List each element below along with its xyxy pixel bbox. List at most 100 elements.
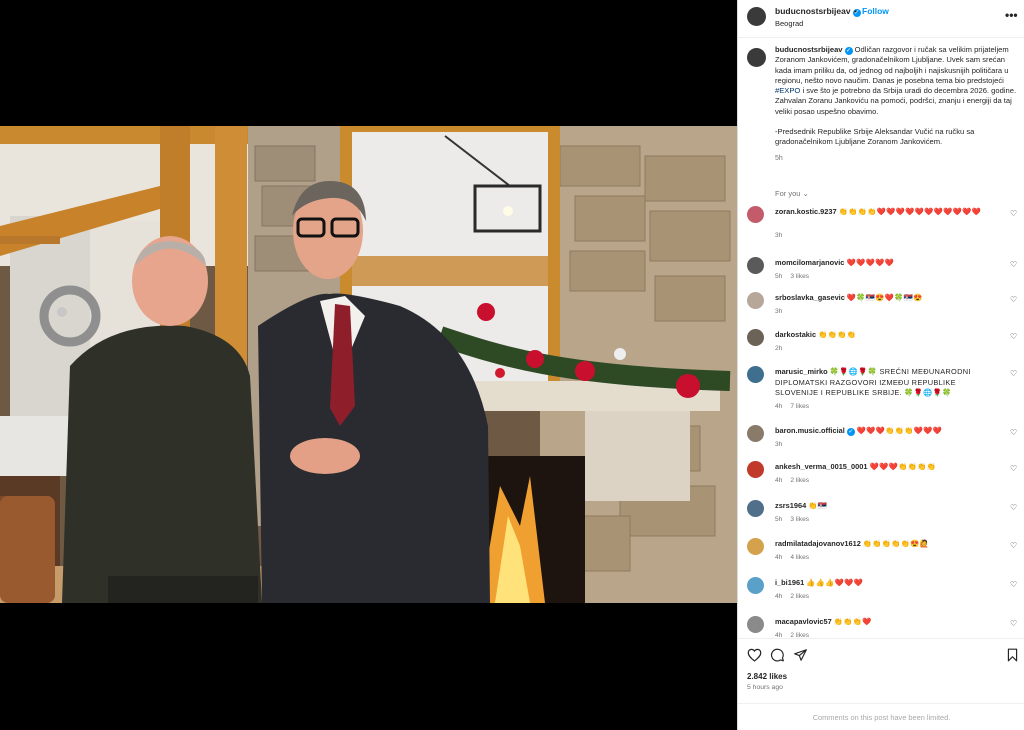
commenter-avatar[interactable] — [747, 425, 764, 442]
commenter-username[interactable]: zsrs1964 — [775, 501, 806, 510]
caption-signature: -Predsednik Republike Srbije Aleksandar … — [775, 127, 975, 147]
comment-likes[interactable]: 2 likes — [790, 477, 809, 484]
comment-time: 4h — [775, 553, 783, 561]
bookmark-icon[interactable] — [1006, 648, 1019, 667]
comment-text-block: baron.music.official ✓ ❤️❤️❤️👏👏👏❤️❤️❤️ — [775, 426, 1001, 437]
comment-time: 2h — [775, 344, 783, 352]
comment-likes[interactable]: 7 likes — [790, 403, 809, 410]
comment-text: 👏👏👏👏 — [818, 330, 857, 339]
author-username[interactable]: buducnostsrbijeav ✓ — [775, 6, 861, 17]
commenter-username[interactable]: momcilomarjanovic — [775, 258, 844, 267]
comment-item: macapavlovic57 👏👏👏❤️ 4h 2 likes ♡ — [747, 616, 1022, 638]
commenter-username[interactable]: ankesh_verma_0015_0001 — [775, 462, 867, 471]
comment-text-block: zoran.kostic.9237 👏👏👏👏❤️❤️❤️❤️❤️❤️❤️❤️❤️… — [775, 207, 1001, 218]
heart-icon[interactable] — [747, 648, 762, 667]
comment-like-heart-icon[interactable]: ♡ — [1010, 464, 1017, 473]
comment-item: zoran.kostic.9237 👏👏👏👏❤️❤️❤️❤️❤️❤️❤️❤️❤️… — [747, 206, 1022, 242]
share-icon[interactable] — [793, 648, 808, 667]
comment-text: ❤️❤️❤️👏👏👏❤️❤️❤️ — [856, 426, 943, 435]
commenter-avatar[interactable] — [747, 461, 764, 478]
commenter-avatar[interactable] — [747, 366, 764, 383]
commenter-avatar[interactable] — [747, 616, 764, 633]
comment-text: 👏👏👏👏👏😍🙋 — [862, 539, 930, 548]
commenter-avatar[interactable] — [747, 257, 764, 274]
more-options-icon[interactable]: ••• — [1005, 8, 1018, 22]
post-location[interactable]: Beograd — [775, 19, 803, 28]
caption-username[interactable]: buducnostsrbijeav — [775, 45, 843, 54]
comment-time: 4h — [775, 402, 783, 410]
comment-likes[interactable]: 3 likes — [790, 273, 809, 280]
comment-like-heart-icon[interactable]: ♡ — [1010, 619, 1017, 628]
comment-like-heart-icon[interactable]: ♡ — [1010, 580, 1017, 589]
comment-text: 👏🇷🇸 — [808, 501, 828, 510]
comment-item: momcilomarjanovic ❤️❤️❤️❤️❤️ 5h 3 likes ♡ — [747, 257, 1022, 293]
commenter-avatar[interactable] — [747, 500, 764, 517]
commenter-username[interactable]: darkostakic — [775, 330, 816, 339]
hashtag-link[interactable]: #EXPO — [775, 86, 800, 95]
comment-text-block: macapavlovic57 👏👏👏❤️ — [775, 617, 1001, 628]
comment-icon[interactable] — [770, 648, 785, 667]
comment-time: 3h — [775, 307, 783, 315]
comment-like-heart-icon[interactable]: ♡ — [1010, 295, 1017, 304]
comment-like-heart-icon[interactable]: ♡ — [1010, 541, 1017, 550]
comment-like-heart-icon[interactable]: ♡ — [1010, 428, 1017, 437]
verified-badge-icon: ✓ — [844, 47, 853, 55]
commenter-username[interactable]: i_bi1961 — [775, 578, 804, 587]
comment-text: 👏👏👏👏❤️❤️❤️❤️❤️❤️❤️❤️❤️❤️❤️ — [838, 207, 982, 216]
author-avatar[interactable] — [747, 7, 766, 26]
commenter-avatar[interactable] — [747, 206, 764, 223]
comment-text-block: srboslavka_gasevic ❤️🍀🇷🇸😍❤️🍀🇷🇸😍 — [775, 293, 1001, 304]
commenter-username[interactable]: srboslavka_gasevic — [775, 293, 845, 302]
comment-text-block: radmilatadajovanov1612 👏👏👏👏👏😍🙋 — [775, 539, 1001, 550]
comment-like-heart-icon[interactable]: ♡ — [1010, 209, 1017, 218]
commenter-username[interactable]: macapavlovic57 — [775, 617, 832, 626]
comment-text-block: darkostakic 👏👏👏👏 — [775, 330, 1001, 341]
for-you-filter[interactable]: For you ⌄ — [775, 189, 809, 198]
comment-item: zsrs1964 👏🇷🇸 5h 3 likes ♡ — [747, 500, 1022, 536]
post-photo[interactable] — [0, 126, 737, 603]
commenter-username[interactable]: zoran.kostic.9237 — [775, 207, 837, 216]
comment-like-heart-icon[interactable]: ♡ — [1010, 332, 1017, 341]
comment-likes[interactable]: 3 likes — [790, 516, 809, 523]
comment-text: ❤️❤️❤️👏👏👏👏 — [869, 462, 937, 471]
likes-count[interactable]: 2.842 likes — [747, 672, 787, 681]
caption-text-continued: i sve što je potrebno da Srbija uradi do… — [775, 86, 1017, 116]
comment-text: ❤️❤️❤️❤️❤️ — [846, 258, 894, 267]
comment-time: 5h — [775, 515, 783, 523]
comment-like-heart-icon[interactable]: ♡ — [1010, 369, 1017, 378]
comment-meta: 3h — [775, 308, 782, 315]
comment-text-block: momcilomarjanovic ❤️❤️❤️❤️❤️ — [775, 258, 1001, 269]
follow-button[interactable]: Follow — [862, 6, 889, 16]
comment-likes[interactable]: 4 likes — [790, 554, 809, 561]
comment-item: baron.music.official ✓ ❤️❤️❤️👏👏👏❤️❤️❤️ 3h ♡ — [747, 425, 1022, 461]
commenter-avatar[interactable] — [747, 538, 764, 555]
comment-meta: 3h — [775, 441, 782, 448]
comment-likes[interactable]: 2 likes — [790, 593, 809, 600]
commenter-avatar[interactable] — [747, 577, 764, 594]
comment-time: 4h — [775, 476, 783, 484]
comments-limited-notice: Comments on this post have been limited. — [738, 703, 1024, 730]
commenter-avatar[interactable] — [747, 292, 764, 309]
separator-dot: • — [854, 6, 857, 16]
post-timestamp: 5 hours ago — [747, 684, 783, 691]
comment-item: marusic_mirko 🍀🌹🌐🌹🍀 SREĆNI MEĐUNARODNI D… — [747, 366, 1022, 410]
comment-meta: 4h 2 likes — [775, 593, 809, 600]
comments-scroll[interactable]: buducnostsrbijeav ✓ Odličan razgovor i ru… — [738, 39, 1024, 638]
post-media — [0, 0, 737, 730]
post-header: buducnostsrbijeav ✓ • Follow Beograd ••• — [738, 0, 1024, 38]
commenter-username[interactable]: radmilatadajovanov1612 — [775, 539, 861, 548]
caption-avatar[interactable] — [747, 48, 766, 67]
comment-item: darkostakic 👏👏👏👏 2h ♡ — [747, 329, 1022, 365]
comment-like-heart-icon[interactable]: ♡ — [1010, 503, 1017, 512]
commenter-username[interactable]: baron.music.official — [775, 426, 845, 435]
comment-meta: 2h — [775, 345, 782, 352]
comment-like-heart-icon[interactable]: ♡ — [1010, 260, 1017, 269]
comment-time: 3h — [775, 232, 783, 239]
commenter-username[interactable]: marusic_mirko — [775, 367, 828, 376]
commenter-avatar[interactable] — [747, 329, 764, 346]
comment-item: radmilatadajovanov1612 👏👏👏👏👏😍🙋 4h 4 likes ♡ — [747, 538, 1022, 574]
verified-badge-icon: ✓ — [846, 428, 855, 436]
chevron-down-icon: ⌄ — [802, 189, 809, 198]
comment-text-block: i_bi1961 👍👍👍❤️❤️❤️ — [775, 578, 1001, 589]
comment-meta: 4h 7 likes — [775, 403, 809, 410]
